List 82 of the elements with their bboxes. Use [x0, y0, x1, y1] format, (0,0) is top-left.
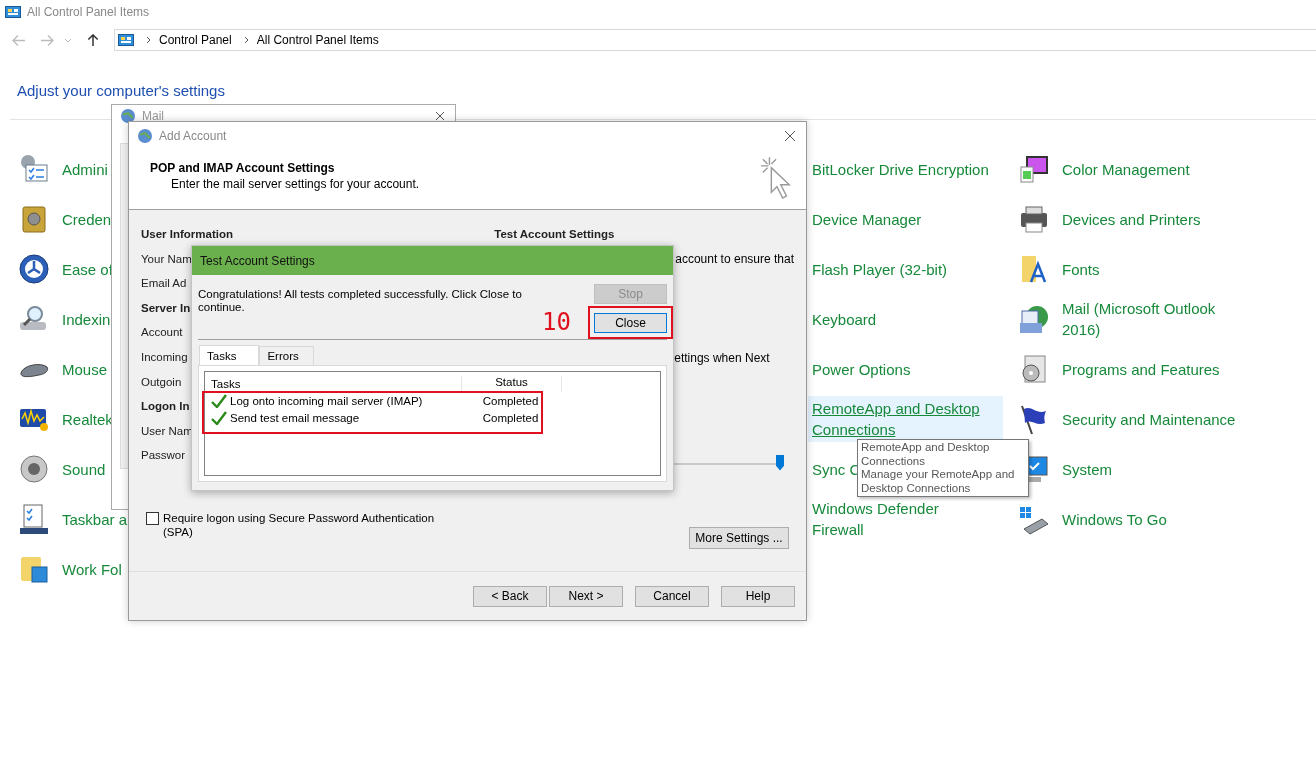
control-panel-link[interactable]: Keyboard: [808, 306, 1003, 332]
tab[interactable]: Errors: [259, 346, 314, 365]
dial-icon[interactable]: [18, 253, 50, 285]
control-panel-link[interactable]: Device Manager: [808, 206, 1003, 232]
section-title: POP and IMAP Account Settings: [150, 161, 336, 175]
page-heading: Adjust your computer's settings: [17, 82, 226, 99]
control-panel-link[interactable]: Windows Defender Firewall: [808, 496, 1003, 542]
taskbar-icon[interactable]: [18, 503, 50, 535]
task-name: Send test email message: [230, 411, 360, 424]
speaker-icon[interactable]: [18, 453, 50, 485]
control-panel-icon: [5, 6, 21, 18]
printer-icon[interactable]: [1018, 203, 1050, 235]
control-panel-link[interactable]: RemoteApp and Desktop Connections: [808, 396, 1003, 442]
control-panel-link[interactable]: Security and Maintenance: [1062, 408, 1252, 430]
control-panel-link[interactable]: Programs and Features: [1062, 358, 1252, 380]
chevron-icon[interactable]: [243, 36, 249, 44]
more-settings-button[interactable]: More Settings ...: [689, 527, 789, 549]
column-header: Status: [462, 376, 562, 392]
control-panel-link[interactable]: Color Management: [1062, 158, 1252, 180]
checklist-icon[interactable]: [18, 153, 50, 185]
monitor-icon[interactable]: [1018, 153, 1050, 185]
control-panel-link[interactable]: System: [1062, 458, 1252, 480]
chevron-icon[interactable]: [146, 36, 151, 44]
dialog-title: Test Account Settings: [200, 253, 315, 268]
control-panel-link[interactable]: Windows To Go: [1062, 508, 1252, 530]
field-label: Incoming: [141, 349, 188, 365]
section-subtitle: Enter the mail server settings for your account.: [171, 177, 420, 191]
control-panel-link[interactable]: Devices and Printers: [1062, 208, 1252, 230]
globe-icon: [120, 108, 136, 124]
control-panel-link[interactable]: Indexin: [62, 308, 111, 330]
section-heading: Test Account Settings: [494, 227, 615, 242]
slider-thumb[interactable]: [776, 454, 784, 471]
dialog-button[interactable]: < Back: [473, 585, 547, 607]
field-label: Passwor: [141, 448, 186, 464]
control-panel-link[interactable]: Mail (Microsoft Outlook 2016): [1062, 298, 1252, 340]
dialog-button[interactable]: Next >: [549, 585, 623, 607]
checkbox-label: Require logon using Secure Password Authentication (SPA): [163, 511, 436, 539]
section-heading: Logon In: [141, 399, 190, 415]
section-heading: User Information: [141, 227, 233, 242]
breadcrumb[interactable]: Control Panel: [159, 33, 232, 47]
control-panel-link[interactable]: Work Fol: [62, 558, 122, 580]
tab[interactable]: Tasks: [199, 345, 260, 365]
step-number: 10: [542, 308, 571, 336]
window-title: Mail: [142, 109, 165, 123]
control-panel-link[interactable]: Taskbar a: [62, 508, 128, 530]
control-panel-link[interactable]: Power Options: [808, 356, 1003, 382]
field-label: Account: [141, 325, 183, 341]
control-panel-link[interactable]: Admini: [62, 158, 108, 180]
address-bar[interactable]: Control Panel All Control Panel Items: [114, 29, 1316, 51]
section-heading: Server In: [141, 300, 191, 316]
field-label: Your Nam: [141, 251, 192, 267]
task-status: Completed: [481, 411, 540, 424]
checkbox[interactable]: [146, 512, 159, 525]
breadcrumb[interactable]: All Control Panel Items: [256, 33, 379, 47]
description-text: ettings when Next: [674, 350, 770, 365]
control-panel-link[interactable]: Sound: [62, 458, 106, 480]
task-name: Log onto incoming mail server (IMAP): [230, 394, 423, 407]
close-icon[interactable]: [435, 111, 445, 121]
globe-icon: [137, 128, 153, 144]
status-message: Congratulations! All tests completed successfully. Click Close to continue.: [198, 288, 523, 315]
control-panel-link[interactable]: Fonts: [1062, 258, 1252, 280]
column-header: Tasks: [205, 376, 462, 392]
control-panel-link[interactable]: Realtek: [62, 408, 113, 430]
dialog-title: Add Account: [159, 129, 228, 143]
close-icon[interactable]: [784, 130, 796, 142]
mail-icon[interactable]: [1018, 303, 1050, 335]
task-status: Completed: [481, 394, 540, 407]
tooltip-title: RemoteApp and Desktop Connections: [861, 441, 991, 468]
control-panel-link[interactable]: Flash Player (32-bit): [808, 256, 1003, 282]
dialog-button[interactable]: Cancel: [635, 585, 709, 607]
description-text: account to ensure that: [675, 250, 794, 268]
up-arrow-icon[interactable]: [86, 33, 100, 47]
dialog-button[interactable]: Help: [721, 585, 795, 607]
field-label: Outgoin: [141, 374, 182, 390]
tooltip-description: Manage your RemoteApp and Desktop Connections: [861, 468, 1016, 495]
control-panel-link[interactable]: Mouse: [62, 358, 108, 380]
dialog-button[interactable]: Close: [594, 313, 667, 333]
field-label: Email Ad: [141, 276, 187, 292]
window-title: All Control Panel Items: [27, 5, 150, 19]
control-panel-icon: [118, 34, 134, 46]
control-panel-link[interactable]: BitLocker Drive Encryption: [808, 156, 1003, 182]
control-panel-link[interactable]: Creden: [62, 208, 112, 230]
